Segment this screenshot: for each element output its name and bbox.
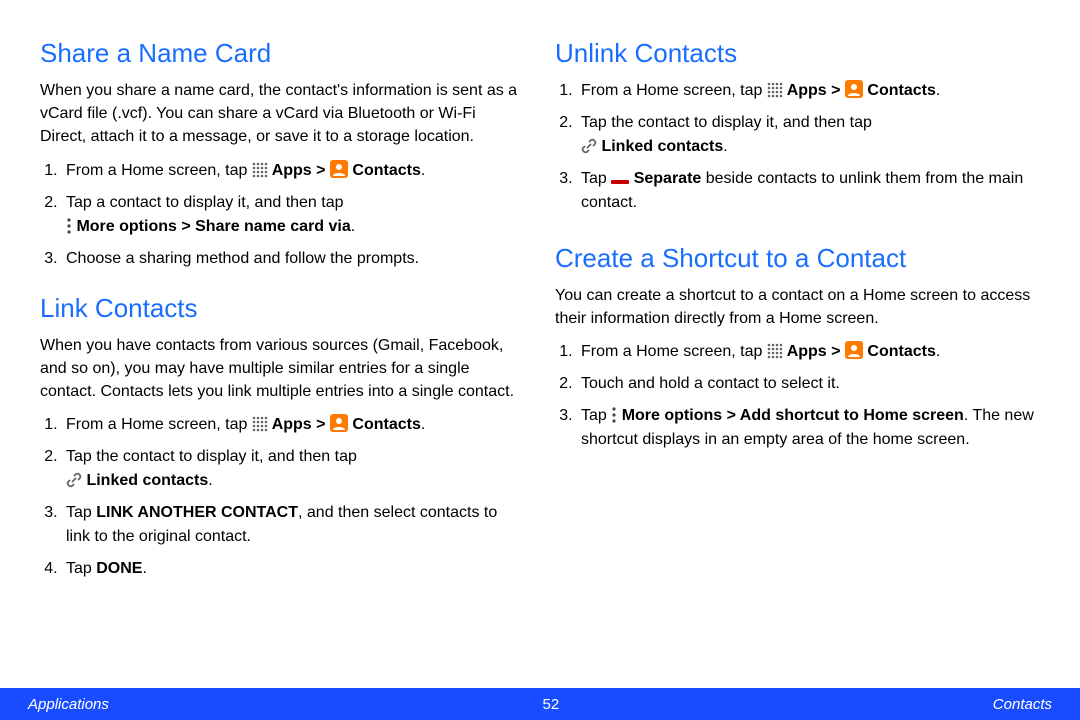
intro-link: When you have contacts from various sour… — [40, 334, 525, 404]
apps-grid-icon — [252, 162, 268, 178]
apps-grid-icon — [767, 82, 783, 98]
contacts-icon — [330, 160, 348, 178]
steps-link: From a Home screen, tap Apps > Contacts.… — [40, 413, 525, 581]
footer-left: Applications — [28, 696, 109, 713]
footer-right: Contacts — [993, 696, 1052, 713]
unlink-step-2: Tap the contact to display it, and then … — [577, 111, 1040, 159]
link-chain-icon — [581, 138, 597, 154]
heading-share: Share a Name Card — [40, 38, 525, 69]
intro-shortcut: You can create a shortcut to a contact o… — [555, 284, 1040, 330]
right-column: Unlink Contacts From a Home screen, tap … — [555, 32, 1040, 678]
shortcut-step-3: Tap More options > Add shortcut to Home … — [577, 404, 1040, 452]
link-step-3: Tap LINK ANOTHER CONTACT, and then selec… — [62, 501, 525, 549]
heading-unlink: Unlink Contacts — [555, 38, 1040, 69]
steps-share: From a Home screen, tap Apps > Contacts.… — [40, 159, 525, 271]
contacts-icon — [845, 341, 863, 359]
link-step-4: Tap DONE. — [62, 557, 525, 581]
link-step-2: Tap the contact to display it, and then … — [62, 445, 525, 493]
heading-link: Link Contacts — [40, 293, 525, 324]
footer-page-number: 52 — [543, 696, 560, 713]
intro-share: When you share a name card, the contact'… — [40, 79, 525, 149]
shortcut-step-1: From a Home screen, tap Apps > Contacts. — [577, 340, 1040, 364]
steps-shortcut: From a Home screen, tap Apps > Contacts.… — [555, 340, 1040, 452]
link-step-1: From a Home screen, tap Apps > Contacts. — [62, 413, 525, 437]
minus-icon — [611, 178, 629, 186]
contacts-icon — [330, 414, 348, 432]
unlink-step-1: From a Home screen, tap Apps > Contacts. — [577, 79, 1040, 103]
link-chain-icon — [66, 472, 82, 488]
apps-grid-icon — [767, 343, 783, 359]
apps-grid-icon — [252, 416, 268, 432]
share-step-3: Choose a sharing method and follow the p… — [62, 247, 525, 271]
shortcut-step-2: Touch and hold a contact to select it. — [577, 372, 1040, 396]
page-footer: Applications 52 Contacts — [0, 688, 1080, 720]
share-step-1: From a Home screen, tap Apps > Contacts. — [62, 159, 525, 183]
heading-shortcut: Create a Shortcut to a Contact — [555, 243, 1040, 274]
share-step-2: Tap a contact to display it, and then ta… — [62, 191, 525, 239]
steps-unlink: From a Home screen, tap Apps > Contacts.… — [555, 79, 1040, 215]
unlink-step-3: Tap Separate beside contacts to unlink t… — [577, 167, 1040, 215]
left-column: Share a Name Card When you share a name … — [40, 32, 525, 678]
contacts-icon — [845, 80, 863, 98]
